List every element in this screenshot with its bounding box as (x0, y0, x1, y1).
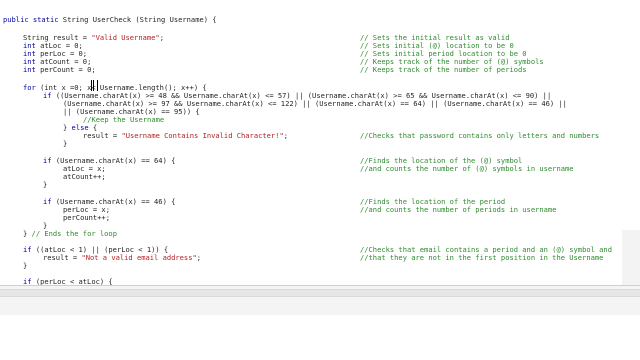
keyword-token: if (43, 156, 56, 165)
code-line: String result = "Valid Username";// Sets… (0, 34, 640, 42)
code-line: atCount++; (0, 173, 640, 181)
code-token: } (23, 229, 32, 238)
keyword-token: if (23, 277, 36, 286)
code-line: result = "Not a valid email address"; //t… (0, 254, 640, 262)
keyword-token: if (43, 197, 56, 206)
code-text: } // Ends the for loop (23, 230, 117, 238)
code-token: (perLoc < atLoc) { (35, 277, 113, 286)
code-token: } (63, 139, 68, 148)
code-text: if (perLoc < atLoc) { (23, 277, 113, 286)
code-line: } // Ends the for loop (0, 230, 640, 238)
code-token: ; (159, 33, 164, 42)
code-comment: //and counts the number of (@) symbols i… (360, 164, 574, 173)
output-pane (0, 315, 640, 360)
code-token: ; (196, 253, 202, 262)
code-comment: //and counts the number of periods in us… (360, 205, 557, 214)
code-line: int perCount = 0; // Keeps track of the n… (0, 66, 640, 74)
code-token: ; (283, 131, 289, 140)
code-editor[interactable]: public static String UserCheck (String U… (0, 0, 640, 285)
code-line: result = "Username Contains Invalid Char… (0, 132, 640, 140)
keyword-token: public static (3, 15, 63, 24)
keyword-token: int (23, 65, 41, 74)
code-text: result = "Not a valid email address"; (43, 254, 201, 262)
keyword-token: if (23, 245, 36, 254)
code-line: int perLoc = 0;// Sets initial period lo… (0, 50, 640, 58)
code-token: result = (43, 253, 82, 262)
code-token: atCount++; (63, 172, 106, 181)
code-line: public static String UserCheck (String U… (0, 16, 640, 24)
code-text: } (63, 140, 67, 148)
keyword-token: if (43, 91, 56, 100)
text-cursor-icon (91, 80, 98, 91)
code-text: public static String UserCheck (String U… (3, 16, 217, 24)
code-line: int atCount = 0;// Keeps track of the nu… (0, 58, 640, 66)
code-token: } (43, 180, 48, 189)
code-line: int atLoc = 0;// Sets initial (@) locati… (0, 42, 640, 50)
string-token: "Valid Username" (91, 33, 160, 42)
keyword-token: for (23, 83, 41, 92)
code-text: int perCount = 0; (23, 66, 96, 74)
code-line: } (0, 140, 640, 148)
code-token: perCount++; (63, 213, 110, 222)
scrollbar-thumb[interactable] (0, 289, 640, 297)
string-token: "Username Contains Invalid Character!" (121, 131, 284, 140)
code-text: } (43, 181, 47, 189)
horizontal-scrollbar[interactable] (0, 285, 640, 316)
code-comment: //Checks that password contains only let… (360, 131, 600, 140)
comment-token: // Ends the for loop (31, 229, 117, 238)
code-line: } (0, 262, 640, 270)
code-line: perCount++; (0, 214, 640, 222)
code-text: result = "Username Contains Invalid Char… (83, 132, 288, 140)
code-comment: // Keeps track of the number of periods (360, 65, 527, 74)
code-token: String UserCheck (String Username) { (62, 15, 217, 24)
code-text: } (23, 262, 27, 270)
code-line: } (0, 181, 640, 189)
code-token: result = (83, 131, 122, 140)
code-text: perCount++; (63, 214, 110, 222)
code-token: perCount = 0; (40, 65, 96, 74)
code-token: } (63, 123, 72, 132)
code-comment: //that they are not in the first positio… (360, 253, 604, 262)
code-line: if (perLoc < atLoc) { (0, 277, 640, 286)
code-token: } (23, 261, 28, 270)
string-token: "Not a valid email address" (81, 253, 197, 262)
code-text: atCount++; (63, 173, 106, 181)
